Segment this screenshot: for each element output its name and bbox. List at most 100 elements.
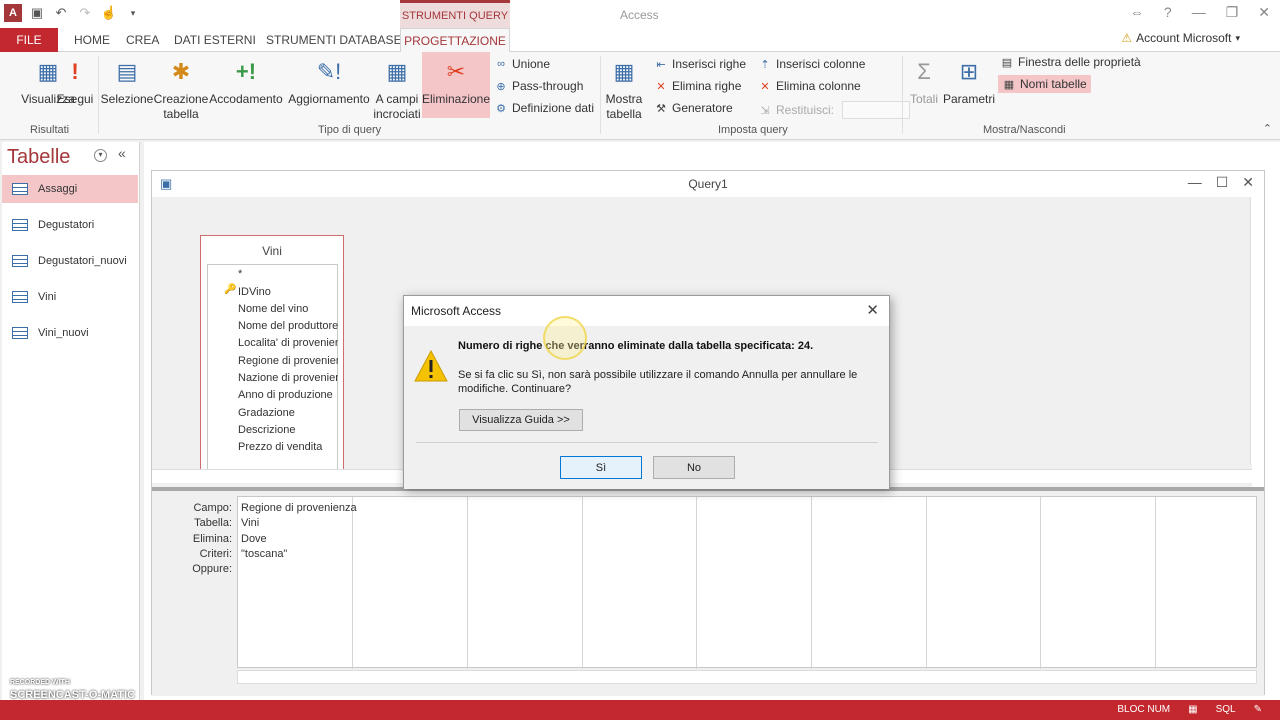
guide-button[interactable]: Visualizza Guida >> [459,409,583,431]
field-item[interactable]: Gradazione [238,407,338,419]
field-list[interactable]: * 🔑 IDVino Nome del vino Nome del produt… [207,264,338,474]
ribbon-display-icon[interactable]: ⇔ [1130,4,1144,21]
tab-dati-esterni[interactable]: DATI ESTERNI [162,28,268,52]
elimina-colonne-button[interactable]: ✕ Elimina colonne [758,79,860,93]
restore-icon[interactable]: ❐ [1226,4,1239,21]
field-item[interactable]: Descrizione [238,424,338,436]
app-title: Access [620,8,659,22]
totali-button[interactable]: Σ Totali [904,56,944,107]
field-item[interactable]: IDVino [238,286,338,298]
field-item[interactable]: Nome del vino [238,303,338,315]
eliminazione-label: Eliminazione [421,92,491,106]
tab-strumenti-database[interactable]: STRUMENTI DATABASE [254,28,414,52]
inserisci-righe-button[interactable]: ⇤ Inserisci righe [654,57,746,71]
nav-item-label: Vini_nuovi [38,327,89,339]
tab-home[interactable]: HOME [62,28,122,52]
grid-cell-elimina[interactable]: Dove [241,533,267,545]
collapse-nav-icon[interactable]: « [118,145,126,161]
parametri-button[interactable]: ⊞ Parametri [942,56,996,107]
creazione-tabella-button[interactable]: ✱ Creazione tabella [154,56,209,122]
update-icon: ✎! [316,58,342,84]
query-design-grid[interactable]: Regione di provenienza Vini Dove "toscan… [237,496,1257,669]
account-name: Account Microsoft [1136,31,1232,45]
collapse-ribbon-icon[interactable]: ⌃ [1263,122,1272,135]
nav-item-degustatori[interactable]: Degustatori [2,211,138,239]
aggiornamento-button[interactable]: ✎! Aggiornamento [284,56,374,107]
sigma-icon: Σ [917,58,931,84]
field-item[interactable]: Anno di produzione [238,389,338,401]
maximize-icon[interactable]: ☐ [1216,174,1229,191]
field-item[interactable]: Regione di provenienza [238,355,338,367]
generatore-button[interactable]: ⚒ Generatore [654,101,733,115]
row-label-oppure: Oppure: [192,563,232,575]
pass-through-button[interactable]: ⊕ Pass-through [494,79,583,93]
mostra-tabella-button[interactable]: ▦ Mostra tabella [602,56,646,122]
field-item[interactable]: Localita' di provenienza [238,337,338,349]
account-menu[interactable]: ⚠ Account Microsoft ▾ [1121,31,1240,45]
globe-icon: ⊕ [496,80,506,93]
grid-horizontal-scrollbar[interactable] [237,670,1257,684]
nav-item-label: Vini [38,291,57,303]
save-icon[interactable]: ▣ [28,4,46,22]
touch-mode-icon[interactable]: ☝ [100,4,118,22]
field-item[interactable]: * [238,268,338,280]
close-icon[interactable]: ✕ [1258,4,1270,21]
customize-qat-icon[interactable]: ▾ [124,4,142,22]
grid-cell-campo[interactable]: Regione di provenienza [241,502,357,514]
window-controls: ⇔ ? — ❐ ✕ [1130,4,1270,21]
eliminazione-button[interactable]: ✂ Eliminazione [422,52,490,118]
close-icon[interactable]: ✕ [866,301,879,319]
accodamento-button[interactable]: +! Accodamento [206,56,286,107]
show-table-icon: ▦ [613,58,635,84]
no-button[interactable]: No [653,456,735,479]
nav-item-vini[interactable]: Vini [2,283,138,311]
table-icon [12,327,28,339]
nav-item-label: Degustatori [38,219,95,231]
table-icon [12,291,28,303]
field-item[interactable]: Prezzo di vendita [238,441,338,453]
num-lock-indicator: BLOC NUM [1117,704,1171,715]
unione-button[interactable]: ∞ Unione [494,57,550,71]
campi-incrociati-button[interactable]: ▦ A campi incrociati [372,56,422,122]
make-table-icon: ✱ [171,58,191,84]
finestra-proprieta-button[interactable]: ▤ Finestra delle proprietà [1000,55,1141,69]
field-item[interactable]: Nazione di provenienza [238,372,338,384]
help-icon[interactable]: ? [1164,4,1172,21]
campi-incrociati-label: A campi incrociati [373,92,421,121]
row-label-campo: Campo: [193,502,232,514]
vertical-scrollbar[interactable] [1250,197,1264,465]
pass-through-label: Pass-through [512,79,584,93]
grid-cell-criteri[interactable]: "toscana" [241,548,287,560]
nav-item-assaggi[interactable]: Assaggi [2,175,138,203]
definizione-dati-button[interactable]: ⚙ Definizione dati [494,101,594,115]
nomi-tabelle-button[interactable]: ▦ Nomi tabelle [998,75,1091,93]
field-list-title: Vini [262,244,282,258]
field-item[interactable]: Nome del produttore [238,320,338,332]
sql-view-button[interactable]: SQL [1216,704,1236,715]
esegui-button[interactable]: ! Esegui [56,56,94,107]
accodamento-label: Accodamento [209,92,283,106]
grid-cell-tabella[interactable]: Vini [241,517,259,529]
nav-filter-icon[interactable]: ▾ [94,149,107,162]
yes-button[interactable]: Sì [560,456,642,479]
design-view-icon[interactable]: ✎ [1254,704,1262,715]
tab-file[interactable]: FILE [0,28,58,52]
close-icon[interactable]: ✕ [1242,174,1254,191]
definizione-dati-label: Definizione dati [512,101,595,115]
minimize-icon[interactable]: — [1192,4,1206,21]
undo-icon[interactable]: ↶ [52,4,70,22]
minimize-icon[interactable]: — [1188,174,1202,191]
redo-icon[interactable]: ↷ [76,4,94,22]
tab-progettazione[interactable]: PROGETTAZIONE [400,28,510,52]
nav-item-vini-nuovi[interactable]: Vini_nuovi [2,319,138,347]
grid-column-divider [811,497,812,669]
group-label-query-type: Tipo di query [318,124,382,136]
nav-item-degustatori-nuovi[interactable]: Degustatori_nuovi [2,247,138,275]
selezione-button[interactable]: ▤ Selezione [100,56,154,107]
elimina-righe-button[interactable]: ✕ Elimina righe [654,79,741,93]
inserisci-colonne-button[interactable]: ⇡ Inserisci colonne [758,57,865,71]
table-field-list-vini[interactable]: Vini * 🔑 IDVino Nome del vino Nome del p… [200,235,344,481]
chevron-down-icon: ▾ [1235,32,1240,43]
datasheet-view-icon[interactable]: ▦ [1188,704,1197,715]
dialog-separator [416,442,878,443]
